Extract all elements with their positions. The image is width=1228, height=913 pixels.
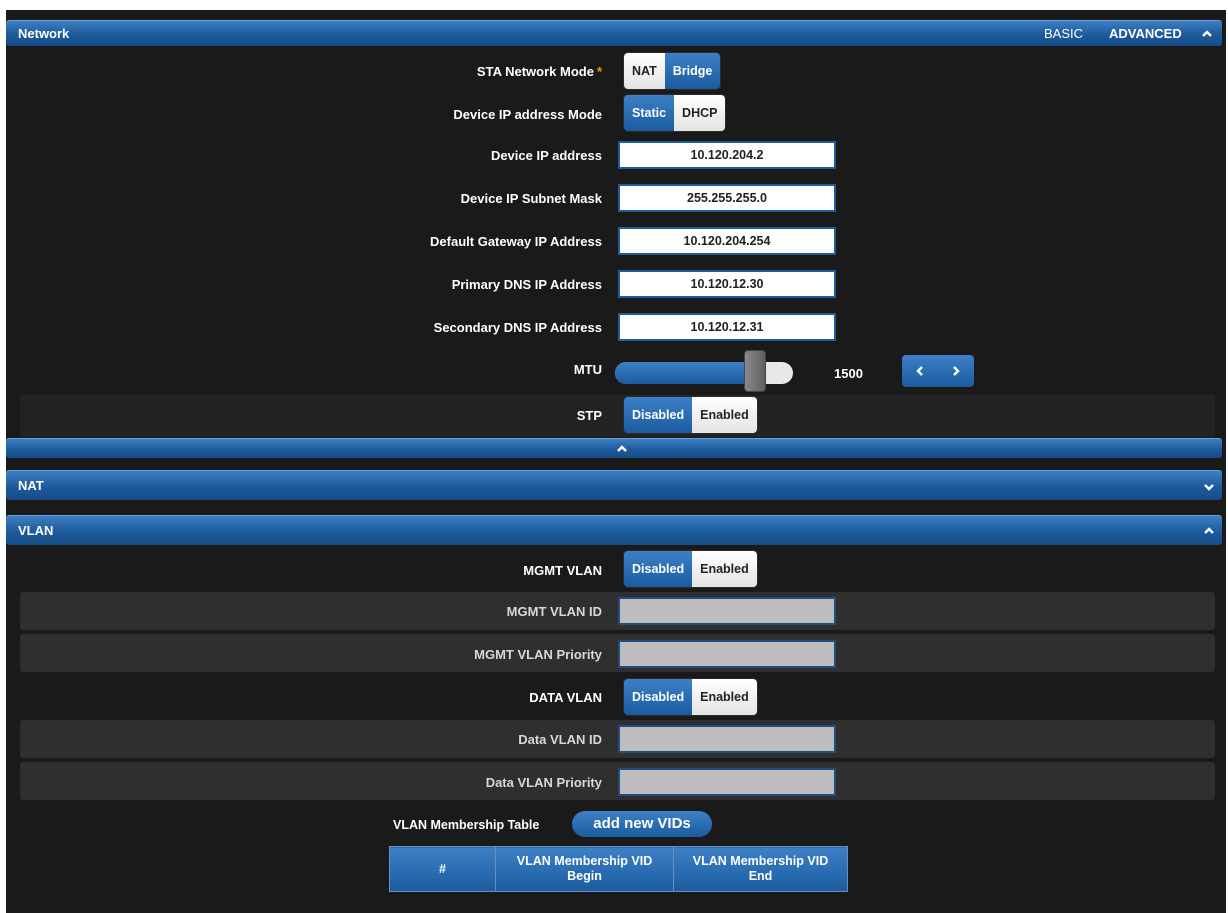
mgmt-vlan-id-label: MGMT VLAN ID <box>506 604 602 619</box>
mtu-label: MTU <box>573 362 602 377</box>
ip-address-field[interactable]: 10.120.204.2 <box>618 141 836 169</box>
mgmt-vlan-priority-label: MGMT VLAN Priority <box>474 647 602 662</box>
primary-dns-field[interactable]: 10.120.12.30 <box>618 270 836 298</box>
secondary-dns-label: Secondary DNS IP Address <box>433 320 602 335</box>
data-vlan-label: DATA VLAN <box>529 690 602 705</box>
sta-network-mode-label: STA Network Mode * <box>476 64 602 79</box>
nat-option[interactable]: NAT <box>624 53 665 89</box>
mgmt-vlan-label: MGMT VLAN <box>523 563 602 578</box>
gateway-field[interactable]: 10.120.204.254 <box>618 227 836 255</box>
stp-row <box>20 395 1215 437</box>
add-new-vids-button[interactable]: add new VIDs <box>572 811 712 837</box>
bridge-option[interactable]: Bridge <box>664 53 721 89</box>
advanced-mode-link[interactable]: ADVANCED <box>1109 26 1182 41</box>
subnet-mask-field[interactable]: 255.255.255.0 <box>618 184 836 212</box>
mgmt-vlan-enabled-option[interactable]: Enabled <box>692 551 757 587</box>
mgmt-vlan-id-field[interactable] <box>618 597 836 625</box>
basic-mode-link[interactable]: BASIC <box>1044 26 1083 41</box>
mtu-slider-handle[interactable] <box>744 350 766 392</box>
chevron-up-icon[interactable] <box>616 444 628 454</box>
network-collapse-bar[interactable] <box>6 438 1222 458</box>
column-header-number[interactable]: # <box>389 846 496 892</box>
data-vlan-priority-label: Data VLAN Priority <box>485 775 602 790</box>
data-vlan-id-field[interactable] <box>618 725 836 753</box>
vlan-membership-table-label: VLAN Membership Table <box>393 818 540 832</box>
data-vlan-priority-field[interactable] <box>618 768 836 796</box>
mtu-slider[interactable] <box>615 362 793 384</box>
data-vlan-disabled-option[interactable]: Disabled <box>624 679 693 715</box>
stp-disabled-option[interactable]: Disabled <box>624 397 693 433</box>
primary-dns-label: Primary DNS IP Address <box>451 277 602 292</box>
column-header-vid-begin[interactable]: VLAN Membership VID Begin <box>495 846 674 892</box>
stp-toggle[interactable]: Disabled Enabled <box>624 397 757 433</box>
mtu-stepper[interactable] <box>902 355 974 387</box>
stp-label: STP <box>576 408 602 423</box>
mtu-value: 1500 <box>834 366 863 381</box>
nat-section-title: NAT <box>18 478 44 493</box>
ip-mode-toggle[interactable]: Static DHCP <box>624 95 726 131</box>
data-vlan-toggle[interactable]: Disabled Enabled <box>624 679 757 715</box>
data-vlan-id-label: Data VLAN ID <box>518 732 602 747</box>
network-section-header[interactable]: Network BASIC ADVANCED <box>6 20 1222 46</box>
dhcp-option[interactable]: DHCP <box>674 95 726 131</box>
sta-network-mode-toggle[interactable]: NAT Bridge <box>624 53 721 89</box>
chevron-up-icon[interactable] <box>1204 526 1214 536</box>
subnet-mask-label: Device IP Subnet Mask <box>460 191 602 206</box>
chevron-down-icon[interactable] <box>1204 482 1214 492</box>
vlan-membership-table: # VLAN Membership VID Begin VLAN Members… <box>389 846 848 892</box>
static-option[interactable]: Static <box>624 95 675 131</box>
chevron-up-icon[interactable] <box>1202 29 1212 39</box>
column-header-vid-end[interactable]: VLAN Membership VID End <box>673 846 848 892</box>
ip-mode-label: Device IP address Mode <box>453 107 602 122</box>
network-section-title: Network <box>18 26 70 41</box>
secondary-dns-field[interactable]: 10.120.12.31 <box>618 313 836 341</box>
nat-section-header[interactable]: NAT <box>6 470 1222 500</box>
vlan-section-title: VLAN <box>18 523 54 538</box>
mtu-slider-fill <box>615 362 757 384</box>
stp-enabled-option[interactable]: Enabled <box>692 397 757 433</box>
chevron-left-icon[interactable] <box>915 365 925 377</box>
mgmt-vlan-priority-field[interactable] <box>618 640 836 668</box>
mgmt-vlan-toggle[interactable]: Disabled Enabled <box>624 551 757 587</box>
ip-address-label: Device IP address <box>490 148 602 163</box>
vlan-section-header[interactable]: VLAN <box>6 515 1222 545</box>
mgmt-vlan-disabled-option[interactable]: Disabled <box>624 551 693 587</box>
chevron-right-icon[interactable] <box>951 365 961 377</box>
gateway-label: Default Gateway IP Address <box>430 234 602 249</box>
data-vlan-enabled-option[interactable]: Enabled <box>692 679 757 715</box>
